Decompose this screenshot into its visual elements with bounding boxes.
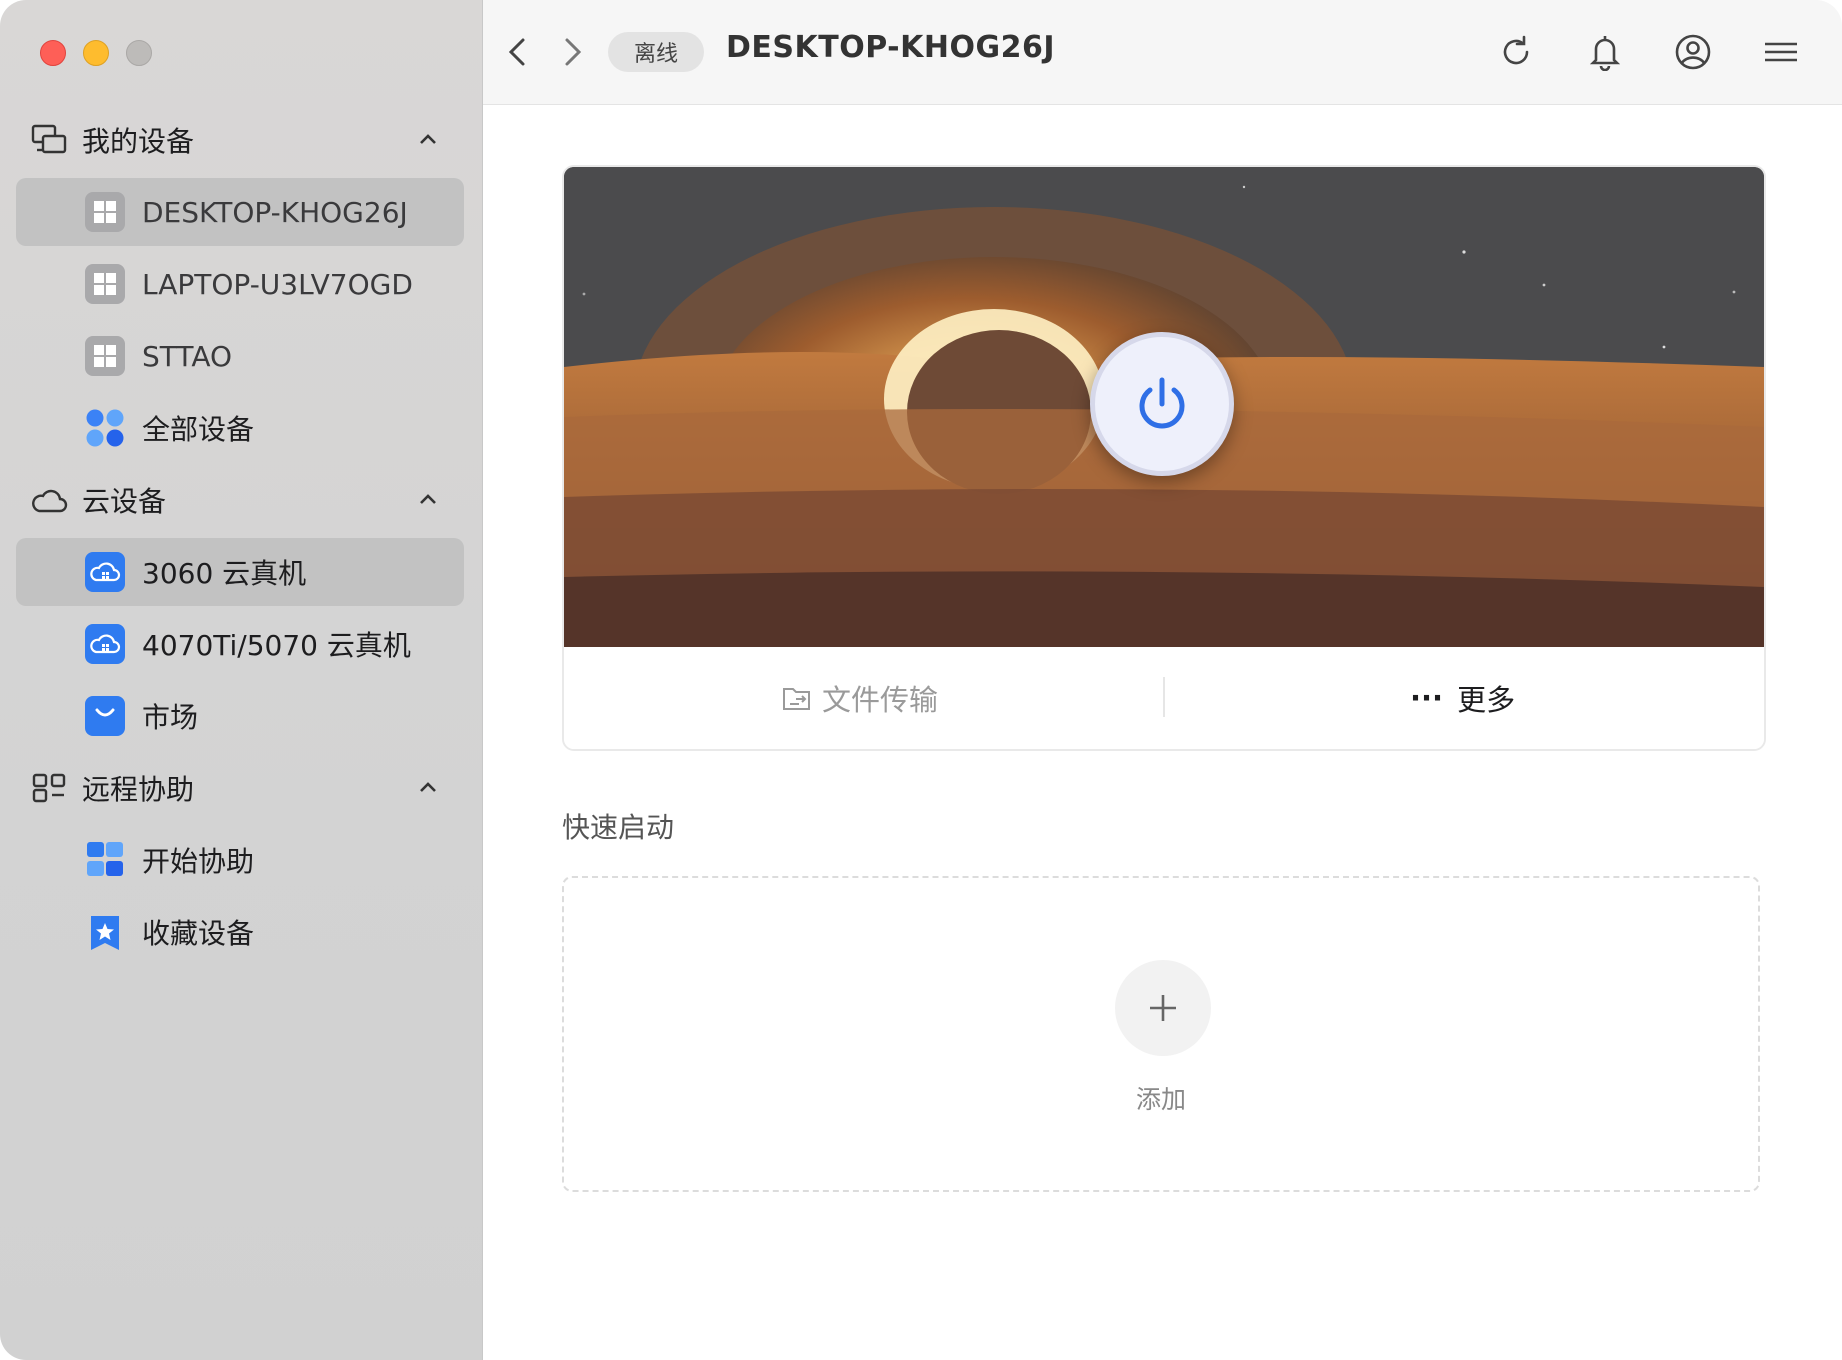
back-arrow-icon[interactable] xyxy=(497,32,537,72)
quick-launch-title: 快速启动 xyxy=(562,811,675,844)
sidebar-item-favorite-devices[interactable]: 收藏设备 xyxy=(16,898,464,966)
action-divider xyxy=(1163,677,1165,717)
file-transfer-button[interactable]: 文件传输 xyxy=(782,647,938,749)
file-transfer-label: 文件传输 xyxy=(822,683,939,717)
favorite-device-icon xyxy=(84,911,126,953)
sidebar-item-label: LAPTOP-U3LV7OGD xyxy=(142,267,413,301)
windows-icon xyxy=(84,263,126,305)
sidebar-item-label: 收藏设备 xyxy=(142,917,255,950)
sidebar-item-3060-cloud-pc[interactable]: 3060 云真机 xyxy=(16,538,464,606)
close-window-button[interactable] xyxy=(40,40,66,66)
sidebar-item-label: 3060 云真机 xyxy=(142,557,307,590)
cloud-pc-icon xyxy=(84,623,126,665)
section-remote-assist[interactable]: 远程协助 xyxy=(30,758,450,818)
sidebar-item-all-devices[interactable]: 全部设备 xyxy=(16,394,464,462)
user-icon[interactable] xyxy=(1671,30,1715,74)
quick-launch-area: 添加 xyxy=(562,876,1760,1192)
sidebar-item-desktop-khog26j[interactable]: DESKTOP-KHOG26J xyxy=(16,178,464,246)
app-window: 我的设备 DESKTOP-KHOG26J LAPTOP-U3LV7OGD STT… xyxy=(0,0,1842,1360)
all-devices-icon xyxy=(84,407,126,449)
power-icon xyxy=(1139,377,1185,429)
plus-icon xyxy=(1150,995,1176,1021)
bell-icon[interactable] xyxy=(1583,30,1627,74)
sidebar-item-label: 4070Ti/5070 云真机 xyxy=(142,629,411,662)
sidebar: 我的设备 DESKTOP-KHOG26J LAPTOP-U3LV7OGD STT… xyxy=(0,0,483,1360)
desktop-wallpaper xyxy=(564,167,1764,647)
cloud-pc-icon xyxy=(84,551,126,593)
more-button[interactable]: ··· 更多 xyxy=(1410,647,1515,749)
add-label: 添加 xyxy=(1135,1085,1186,1114)
section-my-devices[interactable]: 我的设备 xyxy=(30,110,450,170)
more-dots-icon: ··· xyxy=(1410,681,1444,715)
add-button[interactable] xyxy=(1115,960,1211,1056)
market-bag-icon xyxy=(84,695,126,737)
section-label: 云设备 xyxy=(82,485,167,518)
status-badge: 离线 xyxy=(608,32,705,72)
section-cloud-devices[interactable]: 云设备 xyxy=(30,470,450,530)
start-assist-icon xyxy=(84,839,126,881)
more-label: 更多 xyxy=(1457,683,1516,717)
power-button[interactable] xyxy=(1090,332,1234,476)
sidebar-item-sttao[interactable]: STTAO xyxy=(16,322,464,390)
forward-arrow-icon[interactable] xyxy=(553,32,593,72)
page-title: DESKTOP-KHOG26J xyxy=(726,30,1056,65)
sidebar-item-label: 全部设备 xyxy=(142,413,255,446)
chevron-up-icon[interactable] xyxy=(416,776,440,800)
minimize-window-button[interactable] xyxy=(83,40,109,66)
sidebar-item-laptop-u3lv7ogd[interactable]: LAPTOP-U3LV7OGD xyxy=(16,250,464,318)
windows-icon xyxy=(84,335,126,377)
zoom-window-button[interactable] xyxy=(126,40,152,66)
remote-assist-icon xyxy=(30,769,68,807)
menu-icon[interactable] xyxy=(1759,30,1803,74)
cloud-icon xyxy=(30,481,68,519)
chevron-up-icon[interactable] xyxy=(416,128,440,152)
section-label: 我的设备 xyxy=(82,125,195,158)
chevron-up-icon[interactable] xyxy=(416,488,440,512)
windows-icon xyxy=(84,191,126,233)
sidebar-item-market[interactable]: 市场 xyxy=(16,682,464,750)
window-controls xyxy=(40,40,152,66)
card-actions: 文件传输 ··· 更多 xyxy=(564,647,1764,749)
refresh-icon[interactable] xyxy=(1495,30,1539,74)
sidebar-item-label: 开始协助 xyxy=(142,845,255,878)
sidebar-item-start-assist[interactable]: 开始协助 xyxy=(16,826,464,894)
sidebar-item-4070ti-5070-cloud-pc[interactable]: 4070Ti/5070 云真机 xyxy=(16,610,464,678)
sidebar-item-label: STTAO xyxy=(142,339,233,373)
sidebar-item-label: DESKTOP-KHOG26J xyxy=(142,195,408,229)
top-bar: 离线 DESKTOP-KHOG26J xyxy=(483,0,1842,105)
folder-transfer-icon xyxy=(783,688,810,710)
sidebar-item-label: 市场 xyxy=(142,701,199,734)
devices-icon xyxy=(30,121,68,159)
device-card: 文件传输 ··· 更多 xyxy=(562,165,1766,751)
section-label: 远程协助 xyxy=(82,773,195,806)
